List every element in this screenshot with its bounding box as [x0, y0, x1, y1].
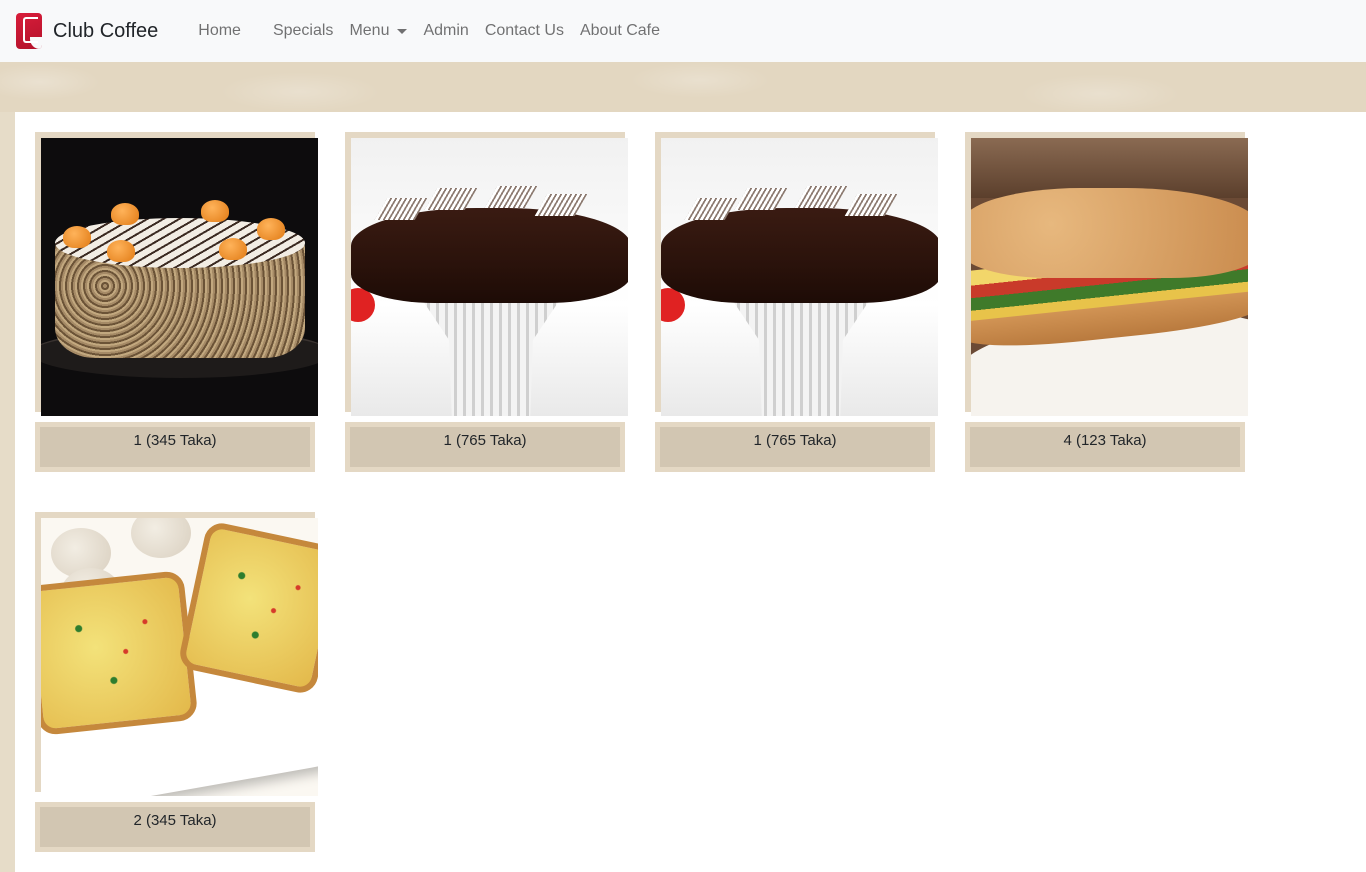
cafe-logo-icon: [16, 13, 42, 49]
nav-home[interactable]: Home: [198, 22, 241, 40]
product-image-chocolate-cake[interactable]: [351, 138, 628, 416]
product-image-frame: [345, 132, 628, 416]
product-label-box: 1 (765 Taka): [345, 422, 625, 472]
product-image-frame: [35, 132, 318, 416]
product-card[interactable]: 4 (123 Taka): [965, 132, 1248, 472]
product-image-sandwich[interactable]: [971, 138, 1248, 416]
navbar: Club Coffee Home Specials Menu Admin Con…: [0, 0, 1366, 62]
brand[interactable]: Club Coffee: [16, 13, 158, 49]
main-nav: Home Specials Menu Admin Contact Us Abou…: [198, 22, 676, 40]
decorative-banner: [0, 62, 1366, 112]
product-label: 1 (765 Taka): [660, 427, 930, 467]
product-label: 4 (123 Taka): [970, 427, 1240, 467]
nav-specials[interactable]: Specials: [273, 22, 333, 40]
product-label-box: 2 (345 Taka): [35, 802, 315, 852]
product-image-cake[interactable]: [41, 138, 318, 416]
brand-name[interactable]: Club Coffee: [53, 20, 158, 43]
product-image-frame: [965, 132, 1248, 416]
product-image-frame: [35, 512, 318, 796]
product-label-box: 1 (345 Taka): [35, 422, 315, 472]
nav-admin[interactable]: Admin: [423, 22, 468, 40]
nav-about-cafe[interactable]: About Cafe: [580, 22, 660, 40]
product-image-frame: [655, 132, 938, 416]
product-card[interactable]: 2 (345 Taka): [35, 512, 318, 852]
product-card[interactable]: 1 (765 Taka): [655, 132, 938, 472]
caret-down-icon: [397, 28, 408, 34]
product-label: 1 (345 Taka): [40, 427, 310, 467]
product-card[interactable]: 1 (765 Taka): [345, 132, 628, 472]
product-image-chocolate-cake[interactable]: [661, 138, 938, 416]
product-label-box: 1 (765 Taka): [655, 422, 935, 472]
product-image-garlic-bread[interactable]: [41, 518, 318, 796]
product-label-box: 4 (123 Taka): [965, 422, 1245, 472]
nav-menu-dropdown[interactable]: Menu: [349, 22, 408, 40]
nav-contact-us[interactable]: Contact Us: [485, 22, 564, 40]
product-label: 2 (345 Taka): [40, 807, 310, 847]
nav-menu-label: Menu: [349, 22, 390, 39]
product-card[interactable]: 1 (345 Taka): [35, 132, 318, 472]
product-label: 1 (765 Taka): [350, 427, 620, 467]
product-grid: 1 (345 Taka) 1 (765 Taka) 1 (765 Taka) 4…: [15, 112, 1366, 872]
